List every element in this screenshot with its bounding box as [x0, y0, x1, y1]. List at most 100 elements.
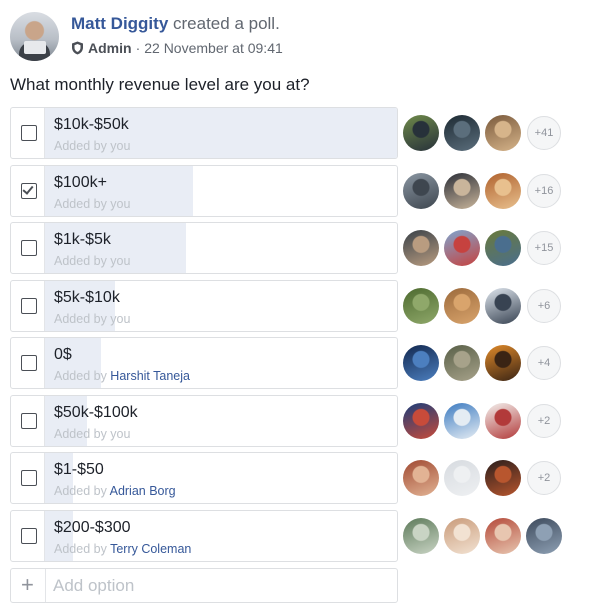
voter-avatar[interactable]	[444, 288, 480, 324]
added-by-user-link[interactable]: Terry Coleman	[110, 542, 191, 556]
option-label: $50k-$100k	[54, 404, 138, 421]
poll-option[interactable]: $10k-$50k Added by you	[10, 107, 398, 159]
voter-avatar[interactable]	[403, 403, 439, 439]
poll-option[interactable]: $1-$50 Added by Adrian Borg	[10, 452, 398, 504]
voter-avatar[interactable]	[403, 288, 439, 324]
voter-avatar[interactable]	[485, 403, 521, 439]
voter-avatar[interactable]	[485, 345, 521, 381]
author-name-link[interactable]: Matt Diggity	[71, 14, 168, 33]
checkbox-cell	[11, 281, 45, 331]
add-option-input[interactable]	[53, 575, 383, 597]
voter-avatar[interactable]	[444, 460, 480, 496]
add-option-field[interactable]: +	[10, 568, 398, 603]
poll-option-row: $200-$300 Added by Terry Coleman	[10, 510, 570, 562]
added-by-prefix: Added by	[54, 484, 110, 498]
voter-avatars: +2	[403, 460, 561, 496]
option-added-by: Added by you	[54, 427, 130, 441]
poll-option[interactable]: $100k+ Added by you	[10, 165, 398, 217]
author-avatar[interactable]	[10, 12, 59, 61]
poll-option[interactable]: $50k-$100k Added by you	[10, 395, 398, 447]
voter-avatar[interactable]	[444, 173, 480, 209]
checkbox-cell	[11, 453, 45, 503]
voter-avatar[interactable]	[444, 518, 480, 554]
vote-checkbox[interactable]	[21, 355, 37, 371]
option-label: $1k-$5k	[54, 231, 111, 248]
voter-avatar[interactable]	[444, 345, 480, 381]
vote-checkbox[interactable]	[21, 183, 37, 199]
more-voters-count[interactable]: +15	[527, 231, 561, 265]
voter-avatar[interactable]	[403, 173, 439, 209]
option-label: $10k-$50k	[54, 116, 129, 133]
post-timestamp-link[interactable]: 22 November at 09:41	[144, 40, 283, 56]
added-by-you: you	[110, 197, 131, 211]
voter-avatars: +15	[403, 230, 561, 266]
more-voters-count[interactable]: +16	[527, 174, 561, 208]
added-by-prefix: Added by	[54, 369, 111, 383]
added-by-prefix: Added by	[54, 312, 111, 326]
voter-avatars: +6	[403, 288, 561, 324]
meta-separator: ·	[135, 40, 141, 56]
voter-avatars: +16	[403, 173, 561, 209]
poll-option[interactable]: 0$ Added by Harshit Taneja	[10, 337, 398, 389]
added-by-user-link[interactable]: Harshit Taneja	[110, 369, 190, 383]
vote-checkbox[interactable]	[21, 470, 37, 486]
shield-icon	[72, 41, 83, 55]
author-role-badge: Admin	[88, 40, 132, 56]
checkbox-cell	[11, 166, 45, 216]
option-label: $1-$50	[54, 461, 104, 478]
voter-avatar[interactable]	[444, 115, 480, 151]
poll-option[interactable]: $1k-$5k Added by you	[10, 222, 398, 274]
added-by-you: you	[110, 139, 131, 153]
more-voters-count[interactable]: +6	[527, 289, 561, 323]
voter-avatar[interactable]	[403, 345, 439, 381]
voter-avatar[interactable]	[485, 115, 521, 151]
poll-option-row: $50k-$100k Added by you +2	[10, 395, 570, 447]
option-added-by: Added by you	[54, 312, 130, 326]
more-voters-count[interactable]: +2	[527, 461, 561, 495]
poll-option[interactable]: $200-$300 Added by Terry Coleman	[10, 510, 398, 562]
more-voters-count[interactable]: +4	[527, 346, 561, 380]
voter-avatar[interactable]	[526, 518, 562, 554]
vote-checkbox[interactable]	[21, 298, 37, 314]
checkbox-cell	[11, 223, 45, 273]
vote-checkbox[interactable]	[21, 240, 37, 256]
checkbox-cell	[11, 108, 45, 158]
voter-avatar[interactable]	[403, 230, 439, 266]
vote-checkbox[interactable]	[21, 125, 37, 141]
added-by-user-link[interactable]: Adrian Borg	[110, 484, 176, 498]
voter-avatar[interactable]	[485, 460, 521, 496]
option-added-by: Added by Adrian Borg	[54, 484, 176, 498]
poll-option-row: $5k-$10k Added by you +6	[10, 280, 570, 332]
more-voters-count[interactable]: +41	[527, 116, 561, 150]
added-by-you: you	[110, 254, 131, 268]
voter-avatars: +2	[403, 403, 561, 439]
voter-avatar[interactable]	[444, 403, 480, 439]
vote-checkbox[interactable]	[21, 528, 37, 544]
added-by-prefix: Added by	[54, 427, 111, 441]
option-added-by: Added by Harshit Taneja	[54, 369, 190, 383]
voter-avatars: +4	[403, 345, 561, 381]
voter-avatar[interactable]	[485, 173, 521, 209]
poll-option[interactable]: $5k-$10k Added by you	[10, 280, 398, 332]
voter-avatar[interactable]	[485, 288, 521, 324]
voter-avatars	[403, 518, 562, 554]
checkbox-cell	[11, 396, 45, 446]
voter-avatar[interactable]	[485, 518, 521, 554]
voter-avatar[interactable]	[403, 115, 439, 151]
vote-checkbox[interactable]	[21, 413, 37, 429]
voter-avatar[interactable]	[403, 460, 439, 496]
voter-avatar[interactable]	[444, 230, 480, 266]
option-added-by: Added by Terry Coleman	[54, 542, 191, 556]
added-by-prefix: Added by	[54, 139, 111, 153]
voter-avatar[interactable]	[403, 518, 439, 554]
added-by-you: you	[110, 312, 131, 326]
plus-icon[interactable]: +	[21, 573, 34, 597]
voter-avatar[interactable]	[485, 230, 521, 266]
added-by-prefix: Added by	[54, 542, 111, 556]
option-added-by: Added by you	[54, 139, 130, 153]
more-voters-count[interactable]: +2	[527, 404, 561, 438]
voter-avatars: +41	[403, 115, 561, 151]
checkbox-cell	[11, 511, 45, 561]
option-label: $200-$300	[54, 519, 131, 536]
checkbox-cell	[11, 338, 45, 388]
